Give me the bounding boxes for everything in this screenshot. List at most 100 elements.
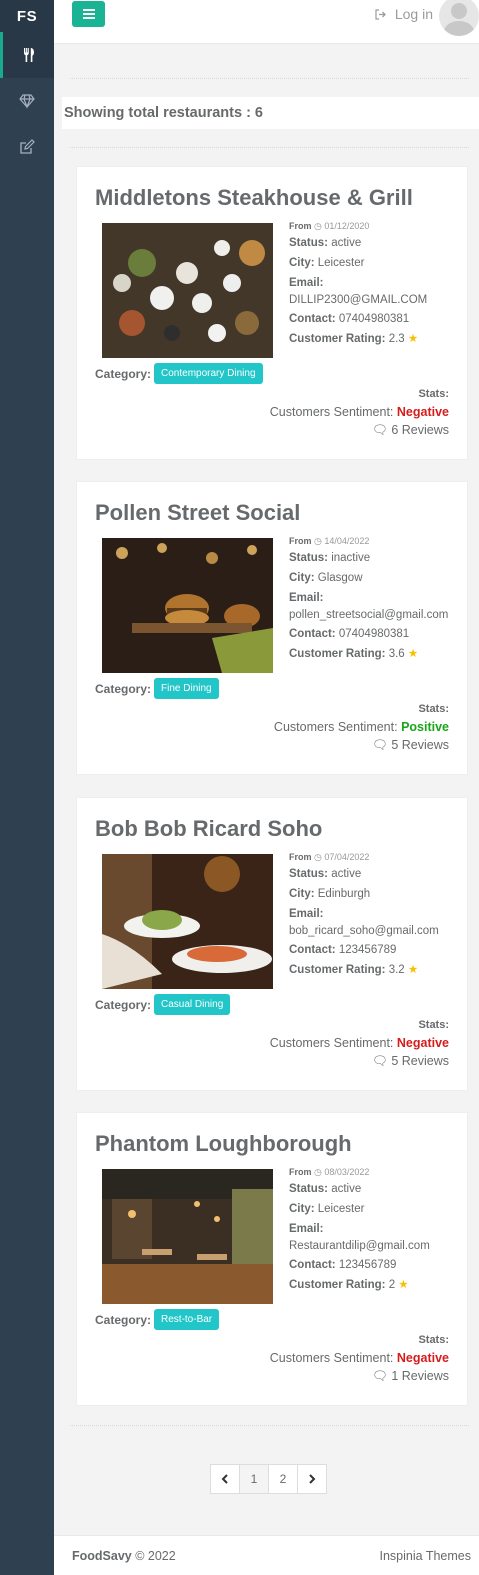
brand-logo[interactable]: FS bbox=[0, 0, 54, 32]
sentiment-value: Positive bbox=[401, 720, 449, 734]
category-row: Category: Contemporary Dining bbox=[95, 363, 263, 384]
restaurant-card: Middletons Steakhouse & Grill From ◷ 01/… bbox=[76, 166, 468, 460]
contact-value: 07404980381 bbox=[338, 628, 410, 640]
comments-icon: 🗨︎ bbox=[371, 1369, 388, 1383]
contact-value: 123456789 bbox=[338, 944, 397, 956]
contact-value: 123456789 bbox=[338, 1259, 397, 1271]
sentiment-label: Customers Sentiment: bbox=[269, 405, 397, 419]
restaurant-details: From ◷ 14/04/2022 Status: inactive City:… bbox=[289, 534, 464, 664]
footer-year: © 2022 bbox=[131, 1548, 176, 1563]
status-label: Status: bbox=[289, 552, 328, 564]
sentiment-label: Customers Sentiment: bbox=[269, 1351, 397, 1365]
city-row: City: Edinburgh bbox=[289, 884, 464, 904]
total-label: Showing total restaurants : bbox=[64, 105, 251, 121]
rating-value: 3.6 bbox=[388, 648, 405, 660]
sentiment-value: Negative bbox=[396, 405, 449, 419]
divider bbox=[70, 147, 469, 148]
prev-page-button[interactable] bbox=[210, 1464, 240, 1494]
sidebar-item-restaurants[interactable] bbox=[0, 32, 54, 78]
from-label: From bbox=[289, 536, 312, 546]
email-row: Email: bbox=[289, 1221, 464, 1238]
status-value: active bbox=[331, 868, 362, 880]
page-1-button[interactable]: 1 bbox=[239, 1464, 269, 1494]
rating-label: Customer Rating: bbox=[289, 1279, 386, 1291]
restaurant-card: Phantom Loughborough From ◷ 08/03/2022 S… bbox=[76, 1112, 468, 1406]
category-row: Category: Rest-to-Bar bbox=[95, 1309, 220, 1330]
stats-label: Stats: bbox=[418, 1019, 449, 1031]
reviews-count: 5 Reviews bbox=[391, 1054, 449, 1068]
category-label: Category: bbox=[95, 681, 152, 696]
login-link[interactable]: Log in bbox=[375, 6, 433, 22]
comments-icon: 🗨︎ bbox=[371, 738, 388, 752]
restaurant-name[interactable]: Bob Bob Ricard Soho bbox=[95, 816, 322, 842]
category-badge: Contemporary Dining bbox=[154, 363, 263, 384]
status-label: Status: bbox=[289, 868, 328, 880]
chevron-right-icon bbox=[309, 1474, 316, 1484]
clock-icon: ◷ bbox=[314, 536, 322, 546]
reviews-link[interactable]: 🗨︎ 5 Reviews bbox=[274, 737, 449, 754]
sentiment-label: Customers Sentiment: bbox=[269, 1036, 397, 1050]
email-label: Email: bbox=[289, 277, 324, 289]
login-label: Log in bbox=[394, 6, 433, 22]
restaurant-photo bbox=[102, 538, 273, 673]
restaurant-name[interactable]: Middletons Steakhouse & Grill bbox=[95, 185, 413, 211]
star-icon: ★ bbox=[407, 333, 419, 345]
restaurant-name[interactable]: Pollen Street Social bbox=[95, 500, 300, 526]
stats-label: Stats: bbox=[418, 703, 449, 715]
reviews-count: 1 Reviews bbox=[391, 1369, 449, 1383]
from-label: From bbox=[289, 1167, 312, 1177]
sidebar: FS bbox=[0, 0, 54, 1575]
star-icon: ★ bbox=[407, 648, 419, 660]
city-row: City: Glasgow bbox=[289, 568, 464, 588]
footer-credit: Inspinia Themes bbox=[379, 1548, 472, 1563]
status-value: inactive bbox=[331, 552, 371, 564]
clock-icon: ◷ bbox=[314, 852, 322, 862]
chevron-left-icon bbox=[221, 1474, 228, 1484]
rating-label: Customer Rating: bbox=[289, 333, 386, 345]
reviews-link[interactable]: 🗨︎ 5 Reviews bbox=[270, 1053, 449, 1070]
reviews-count: 5 Reviews bbox=[391, 738, 449, 752]
email-value: Restaurantdilip@gmail.com bbox=[289, 1240, 430, 1252]
email-label: Email: bbox=[289, 908, 324, 920]
contact-label: Contact: bbox=[289, 1259, 336, 1271]
status-label: Status: bbox=[289, 237, 328, 249]
avatar[interactable] bbox=[439, 0, 479, 36]
restaurant-name[interactable]: Phantom Loughborough bbox=[95, 1131, 352, 1157]
comments-icon: 🗨︎ bbox=[371, 423, 388, 437]
sentiment-value: Negative bbox=[396, 1036, 449, 1050]
email-label: Email: bbox=[289, 592, 324, 604]
menu-toggle-button[interactable] bbox=[72, 1, 105, 27]
email-label: Email: bbox=[289, 1223, 324, 1235]
top-navbar: Log in bbox=[54, 0, 479, 44]
city-label: City: bbox=[289, 888, 315, 900]
stats-block: Stats: Customers Sentiment: Negative 🗨︎ … bbox=[270, 1016, 449, 1070]
results-summary: Showing total restaurants : 6 bbox=[62, 97, 479, 129]
from-date: 14/04/2022 bbox=[324, 536, 370, 546]
from-date: 07/04/2022 bbox=[324, 852, 370, 862]
contact-row: Contact: 123456789 bbox=[289, 1255, 464, 1275]
sentiment-row: Customers Sentiment: Negative bbox=[270, 1349, 449, 1368]
category-label: Category: bbox=[95, 1312, 152, 1327]
hamburger-icon bbox=[82, 9, 95, 19]
email-row: Email: bbox=[289, 275, 464, 292]
next-page-button[interactable] bbox=[297, 1464, 327, 1494]
star-icon: ★ bbox=[398, 1279, 409, 1291]
sidebar-item-diamond[interactable] bbox=[0, 78, 54, 124]
reviews-link[interactable]: 🗨︎ 6 Reviews bbox=[270, 422, 449, 439]
contact-row: Contact: 123456789 bbox=[289, 940, 464, 960]
restaurant-card: Pollen Street Social From ◷ 14/04/2022 S… bbox=[76, 481, 468, 775]
from-date: 01/12/2020 bbox=[324, 221, 370, 231]
contact-row: Contact: 07404980381 bbox=[289, 624, 464, 644]
clock-icon: ◷ bbox=[314, 221, 322, 231]
restaurant-photo bbox=[102, 223, 273, 358]
city-label: City: bbox=[289, 257, 315, 269]
city-value: Edinburgh bbox=[317, 888, 371, 900]
reviews-link[interactable]: 🗨︎ 1 Reviews bbox=[270, 1368, 449, 1385]
status-row: Status: active bbox=[289, 1179, 464, 1199]
sidebar-item-edit[interactable] bbox=[0, 124, 54, 170]
page-2-button[interactable]: 2 bbox=[268, 1464, 298, 1494]
rating-label: Customer Rating: bbox=[289, 648, 386, 660]
city-row: City: Leicester bbox=[289, 253, 464, 273]
contact-value: 07404980381 bbox=[338, 313, 410, 325]
restaurant-photo bbox=[102, 854, 273, 989]
